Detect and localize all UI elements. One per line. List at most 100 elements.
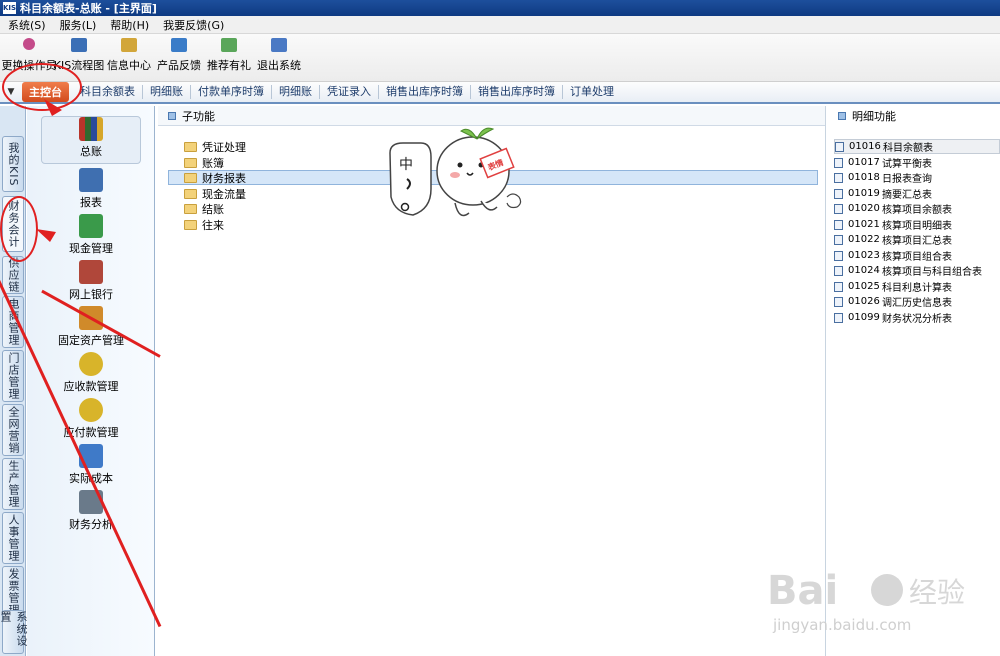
detail-item[interactable]: 01018 日报表查询 (834, 170, 1000, 185)
detail-name: 科目利息计算表 (882, 283, 952, 294)
folder-label: 现金流量 (202, 187, 246, 201)
module-label: 现金管理 (69, 242, 113, 255)
report-doc-icon (834, 250, 843, 261)
mascot-blush (450, 172, 460, 178)
info-center-button[interactable]: 信息中心 (104, 34, 154, 81)
module-label: 网上银行 (69, 288, 113, 301)
detail-item[interactable]: 01099 财务状况分析表 (834, 310, 1000, 325)
detail-item[interactable]: 01022 核算项目汇总表 (834, 232, 1000, 247)
module-receivables[interactable]: 应收款管理 (41, 352, 141, 394)
report-doc-icon (834, 296, 843, 307)
vertical-nav: 我的KIS 财务会计 供应链 电商管理 门店管理 全网营销 生产管理 人事管理 … (0, 106, 28, 656)
speech-bubble-shape (389, 142, 432, 216)
app-logo-icon: KIS (3, 2, 17, 14)
detail-item[interactable]: 01025 科目利息计算表 (834, 279, 1000, 294)
menu-feedback[interactable]: 我要反馈(G) (163, 17, 224, 33)
exit-system-label: 退出系统 (257, 59, 301, 72)
tab-order-processing[interactable]: 订单处理 (563, 85, 621, 99)
watermark-logo: Bai (767, 568, 838, 614)
vtab-production[interactable]: 生产管理 (2, 458, 24, 510)
detail-name: 摘要汇总表 (882, 190, 932, 201)
detail-name: 核算项目余额表 (882, 205, 952, 216)
vtab-hr[interactable]: 人事管理 (2, 512, 24, 564)
baidu-jingyan-watermark: Bai 经验 jingyan.baidu.com (767, 568, 965, 634)
title-bar: KIS 科目余额表-总账 - [主界面] (0, 0, 1000, 16)
module-fixed-assets[interactable]: 固定资产管理 (41, 306, 141, 348)
detail-item[interactable]: 01016 科目余额表 (834, 139, 1000, 154)
detail-code: 01026 (848, 296, 880, 307)
module-general-ledger[interactable]: 总账 (41, 116, 141, 164)
report-doc-icon (835, 141, 844, 152)
vtab-store[interactable]: 门店管理 (2, 350, 24, 402)
tab-detail-ledger-2[interactable]: 明细账 (272, 85, 320, 99)
annotation-ring-finance-tab (0, 196, 38, 262)
tab-detail-ledger[interactable]: 明细账 (143, 85, 191, 99)
menu-service[interactable]: 服务(L) (60, 17, 97, 33)
report-doc-icon (834, 157, 843, 168)
user-switch-icon (23, 38, 35, 50)
vtab-my-kis[interactable]: 我的KIS (2, 136, 24, 192)
detail-code: 01022 (848, 234, 880, 245)
menu-system[interactable]: 系统(S) (8, 17, 46, 33)
detail-item[interactable]: 01023 核算项目组合表 (834, 248, 1000, 263)
header-bullet-icon (838, 112, 846, 120)
subfunction-title: 子功能 (182, 109, 215, 123)
detail-item[interactable]: 01021 核算项目明细表 (834, 217, 1000, 232)
referral-gift-button[interactable]: 推荐有礼 (204, 34, 254, 81)
vtab-system-settings[interactable]: 系统设置 (0, 610, 28, 654)
product-feedback-label: 产品反馈 (157, 59, 201, 72)
watermark-url: jingyan.baidu.com (772, 616, 911, 634)
flowchart-icon (71, 38, 87, 52)
detail-code: 01021 (848, 219, 880, 230)
tab-voucher-entry[interactable]: 凭证录入 (320, 85, 379, 99)
folder-icon (184, 203, 197, 214)
tab-bar: ▼ 主控台 科目余额表 明细账 付款单序时簿 明细账 凭证录入 销售出库序时簿 … (0, 82, 1000, 104)
detail-code: 01023 (848, 250, 880, 261)
tab-account-balance[interactable]: 科目余额表 (73, 85, 143, 99)
folder-label: 凭证处理 (202, 140, 246, 154)
report-doc-icon (834, 219, 843, 230)
detail-header: 明细功能 (828, 106, 1000, 126)
referral-gift-label: 推荐有礼 (207, 59, 251, 72)
detail-item[interactable]: 01019 摘要汇总表 (834, 186, 1000, 201)
folder-label: 往来 (202, 218, 224, 232)
folder-transactions[interactable]: 往来 (184, 217, 224, 232)
report-doc-icon (834, 234, 843, 245)
window-title: 科目余额表-总账 - [主界面] (20, 2, 157, 15)
exit-icon (271, 38, 287, 52)
payable-moneybag-icon (79, 398, 103, 422)
folder-cash-flow[interactable]: 现金流量 (184, 186, 246, 201)
detail-code: 01018 (848, 172, 880, 183)
exit-system-button[interactable]: 退出系统 (254, 34, 304, 81)
module-label: 应收款管理 (63, 380, 119, 393)
vtab-marketing[interactable]: 全网营销 (2, 404, 24, 456)
mascot-puff-icon (506, 193, 522, 209)
folder-ledgers[interactable]: 账簿 (184, 155, 224, 170)
cash-management-icon (79, 214, 103, 238)
info-center-label: 信息中心 (107, 59, 151, 72)
module-financial-analysis[interactable]: 财务分析 (41, 490, 141, 532)
folder-voucher-processing[interactable]: 凭证处理 (184, 139, 246, 154)
tab-sales-outbound-journal-2[interactable]: 销售出库序时簿 (471, 85, 563, 99)
detail-item[interactable]: 01026 调汇历史信息表 (834, 294, 1000, 309)
folder-closing[interactable]: 结账 (184, 201, 224, 216)
detail-item[interactable]: 01017 试算平衡表 (834, 155, 1000, 170)
module-cash-management[interactable]: 现金管理 (41, 214, 141, 256)
vtab-ecommerce[interactable]: 电商管理 (2, 296, 24, 348)
report-doc-icon (834, 188, 843, 199)
detail-name: 核算项目组合表 (882, 252, 952, 263)
detail-name: 日报表查询 (882, 174, 932, 185)
module-reports[interactable]: 报表 (41, 168, 141, 210)
tab-payment-journal[interactable]: 付款单序时簿 (191, 85, 272, 99)
detail-item[interactable]: 01020 核算项目余额表 (834, 201, 1000, 216)
module-online-bank[interactable]: 网上银行 (41, 260, 141, 302)
menu-help[interactable]: 帮助(H) (110, 17, 149, 33)
watermark-logo-cn: 经验 (909, 576, 965, 609)
product-feedback-button[interactable]: 产品反馈 (154, 34, 204, 81)
module-label: 财务分析 (69, 518, 113, 531)
tab-sales-outbound-journal[interactable]: 销售出库序时簿 (379, 85, 471, 99)
detail-item[interactable]: 01024 核算项目与科目组合表 (834, 263, 1000, 278)
module-label: 固定资产管理 (58, 334, 124, 347)
detail-code: 01017 (848, 157, 880, 168)
online-bank-icon (79, 260, 103, 284)
